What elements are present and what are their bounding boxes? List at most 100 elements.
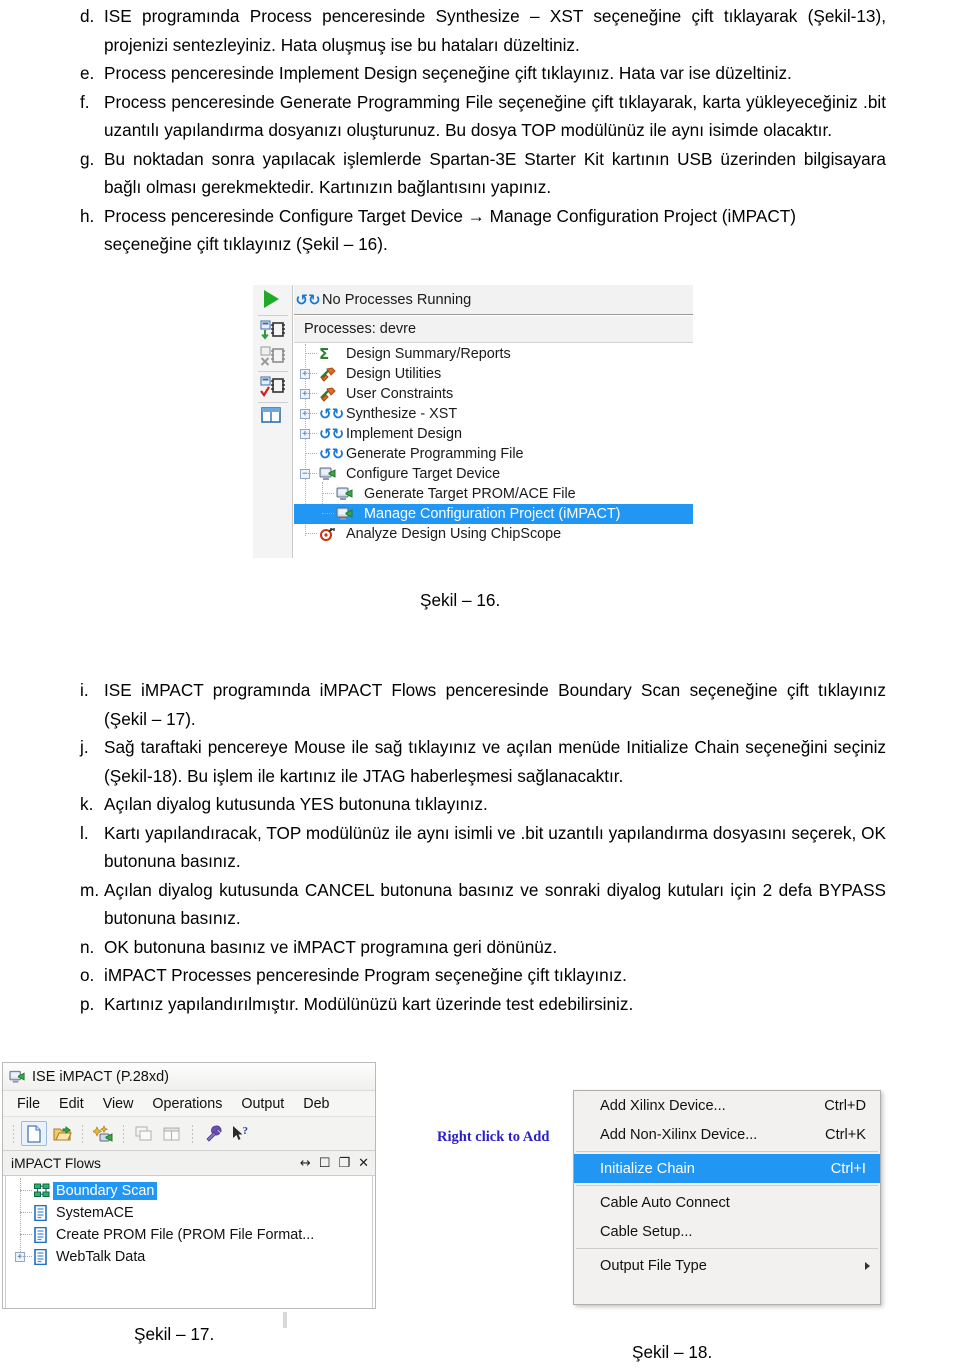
tree-row[interactable]: Σ Design Summary/Reports bbox=[294, 344, 693, 364]
cascade-icon bbox=[135, 1126, 152, 1140]
menu-file[interactable]: File bbox=[17, 1096, 40, 1112]
tree-label: Analyze Design Using ChipScope bbox=[346, 526, 562, 542]
processes-header: Processes: devre bbox=[294, 316, 693, 343]
menu-operations[interactable]: Operations bbox=[152, 1096, 222, 1112]
add-device-icon bbox=[93, 1124, 113, 1142]
add-device-button[interactable] bbox=[90, 1121, 116, 1146]
menu-item-label: Output File Type bbox=[600, 1257, 707, 1274]
open-file-button[interactable] bbox=[49, 1121, 75, 1146]
menu-edit[interactable]: Edit bbox=[59, 1096, 84, 1112]
tree-row[interactable]: ↺↻ Generate Programming File bbox=[294, 444, 693, 464]
menu-item-cable-setup[interactable]: Cable Setup... bbox=[574, 1217, 880, 1246]
recycle-icon: ↺↻ bbox=[319, 445, 345, 463]
document-icon bbox=[34, 1248, 49, 1266]
toolbar-grip[interactable] bbox=[122, 1124, 125, 1143]
flow-row-boundary-scan[interactable]: Boundary Scan bbox=[6, 1180, 372, 1202]
tree-connector bbox=[322, 493, 334, 495]
figure-18-caption: Şekil – 18. bbox=[632, 1342, 713, 1362]
device-icon bbox=[336, 506, 354, 522]
device-icon bbox=[319, 466, 337, 482]
list-marker: l. bbox=[80, 822, 89, 843]
context-help-button[interactable]: ? bbox=[228, 1121, 254, 1146]
toolbar-grip[interactable] bbox=[81, 1124, 84, 1143]
rerun-all-button[interactable] bbox=[259, 374, 287, 400]
toolbar-group-device bbox=[89, 1121, 117, 1146]
toolbar-grip[interactable] bbox=[12, 1124, 15, 1143]
view-panel-button[interactable] bbox=[259, 405, 287, 431]
tree-connector bbox=[305, 473, 317, 475]
list-item: d. ISE programında Process penceresinde … bbox=[74, 2, 886, 59]
new-file-button[interactable] bbox=[21, 1121, 47, 1146]
flow-label: Boundary Scan bbox=[53, 1182, 158, 1200]
preferences-button[interactable] bbox=[200, 1121, 226, 1146]
recycle-icon: ↺↻ bbox=[319, 425, 345, 443]
list-marker: g. bbox=[80, 148, 95, 169]
menu-bar: File Edit View Operations Output Deb bbox=[3, 1091, 375, 1117]
list-text: iMPACT Processes penceresinde Program se… bbox=[104, 965, 627, 985]
list-item: h. Process penceresinde Configure Target… bbox=[74, 202, 886, 259]
tree-label: Design Utilities bbox=[346, 366, 442, 382]
implement-top-module-button[interactable] bbox=[259, 318, 287, 344]
tree-row[interactable]: − Configure Target Device bbox=[294, 464, 693, 484]
tree-row[interactable]: Analyze Design Using ChipScope bbox=[294, 524, 693, 544]
restore-icon[interactable]: ❐ bbox=[338, 1156, 350, 1171]
implement-top-module-icon bbox=[260, 320, 285, 340]
rail-divider bbox=[258, 315, 288, 316]
tree-row-selected[interactable]: Manage Configuration Project (iMPACT) bbox=[294, 504, 693, 524]
maximize-icon[interactable]: ☐ bbox=[319, 1156, 331, 1171]
toolbar-grip[interactable] bbox=[191, 1124, 194, 1143]
list-text: OK butonuna basınız ve iMPACT programına… bbox=[104, 936, 558, 957]
list-text: Process penceresinde Implement Design se… bbox=[104, 63, 792, 83]
list-marker: o. bbox=[80, 965, 95, 985]
cascade-button[interactable] bbox=[131, 1121, 157, 1146]
tree-row[interactable]: + ↺↻ Synthesize - XST bbox=[294, 404, 693, 424]
close-icon[interactable]: ✕ bbox=[358, 1156, 369, 1171]
tree-label: Synthesize - XST bbox=[346, 406, 458, 422]
document-icon bbox=[34, 1226, 49, 1244]
rail-divider bbox=[258, 402, 288, 403]
list-marker: d. bbox=[80, 6, 95, 26]
flow-row-create-prom-file[interactable]: Create PROM File (PROM File Format... bbox=[6, 1224, 372, 1246]
tree-connector bbox=[20, 1234, 32, 1236]
list-item: e. Process penceresinde Implement Design… bbox=[74, 59, 886, 88]
tree-row[interactable]: + User Constraints bbox=[294, 384, 693, 404]
cancel-process-icon bbox=[260, 346, 285, 366]
figure-16-ise-processes-panel: ↺↻ No Processes Running Processes: devre… bbox=[253, 285, 693, 558]
flow-row-webtalk-data[interactable]: + WebTalk Data bbox=[6, 1246, 372, 1268]
figure-17-caption: Şekil – 17. bbox=[134, 1324, 215, 1344]
rail-divider bbox=[258, 371, 288, 372]
list-text: Kartınız yapılandırılmıştır. Modülünüzü … bbox=[104, 993, 634, 1014]
menu-item-shortcut: Ctrl+K bbox=[825, 1126, 866, 1143]
menu-debug[interactable]: Deb bbox=[303, 1096, 329, 1112]
list-item: k. Açılan diyalog kutusunda YES butonuna… bbox=[74, 790, 886, 819]
menu-item-label: Cable Setup... bbox=[600, 1223, 693, 1240]
menu-output[interactable]: Output bbox=[241, 1096, 284, 1112]
list-marker: k. bbox=[80, 794, 94, 814]
sigma-icon: Σ bbox=[319, 345, 330, 363]
menu-item-label: Cable Auto Connect bbox=[600, 1194, 730, 1211]
tree-row[interactable]: Generate Target PROM/ACE File bbox=[294, 484, 693, 504]
menu-item-cable-auto-connect[interactable]: Cable Auto Connect bbox=[574, 1188, 880, 1217]
tree-label: User Constraints bbox=[346, 386, 454, 402]
list-text: ISE iMPACT programında iMPACT Flows penc… bbox=[104, 680, 886, 729]
tree-row[interactable]: + Design Utilities bbox=[294, 364, 693, 384]
impact-app-icon bbox=[9, 1069, 26, 1085]
instruction-list-top: d. ISE programında Process penceresinde … bbox=[74, 2, 886, 259]
menu-item-output-file-type[interactable]: Output File Type bbox=[574, 1251, 880, 1280]
flow-row-systemace[interactable]: SystemACE bbox=[6, 1202, 372, 1224]
tree-connector bbox=[305, 353, 317, 355]
menu-item-add-xilinx-device[interactable]: Add Xilinx Device... Ctrl+D bbox=[574, 1091, 880, 1120]
right-click-hint-text: Right click to Add bbox=[437, 1129, 550, 1145]
menu-view[interactable]: View bbox=[103, 1096, 134, 1112]
toolbar-group-window bbox=[130, 1121, 186, 1146]
menu-item-initialize-chain[interactable]: Initialize Chain Ctrl+I bbox=[574, 1154, 880, 1183]
run-button[interactable] bbox=[259, 287, 287, 313]
tree-row[interactable]: + ↺↻ Implement Design bbox=[294, 424, 693, 444]
figure-17-impact-window: ISE iMPACT (P.28xd) File Edit View Opera… bbox=[2, 1062, 376, 1309]
tree-connector bbox=[305, 373, 317, 375]
menu-item-add-non-xilinx-device[interactable]: Add Non-Xilinx Device... Ctrl+K bbox=[574, 1120, 880, 1149]
resize-icon[interactable]: ↔ bbox=[300, 1156, 311, 1171]
tile-button[interactable] bbox=[159, 1121, 185, 1146]
pane-controls: ↔ ☐ ❐ ✕ bbox=[300, 1156, 369, 1171]
cancel-process-button[interactable] bbox=[259, 344, 287, 370]
